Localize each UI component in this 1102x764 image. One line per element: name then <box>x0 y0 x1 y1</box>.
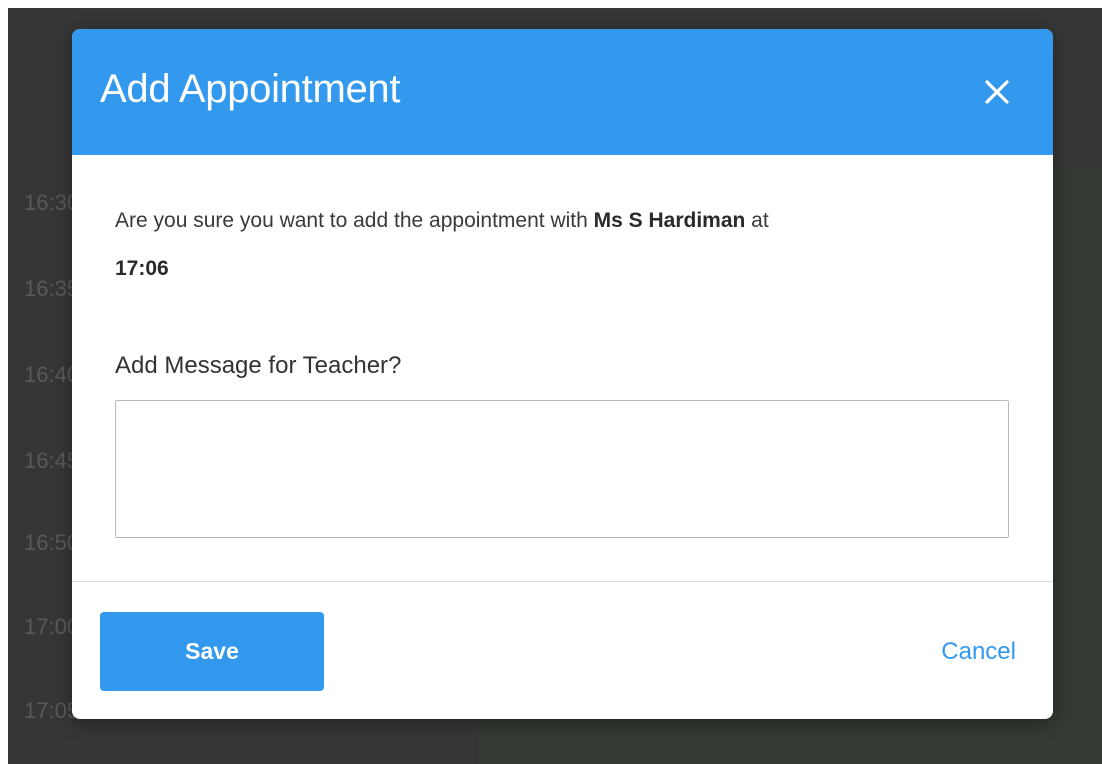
time-slot-label: 17:05 <box>24 698 80 723</box>
background-footer-panel <box>478 720 1102 764</box>
teacher-name: Ms S Hardiman <box>593 209 746 232</box>
screen: 16:30 16:35 16:40 16:45 16:50 17:00 17:0… <box>0 0 1102 764</box>
close-button[interactable] <box>977 72 1017 112</box>
confirmation-prefix: Are you sure you want to add the appoint… <box>115 209 594 232</box>
time-slot-label: 17:00 <box>24 614 80 639</box>
cancel-button[interactable]: Cancel <box>832 612 1022 691</box>
time-slot-label: 16:50 <box>24 530 80 555</box>
close-icon <box>985 80 1009 104</box>
time-slot-label: 16:30 <box>24 190 80 215</box>
teacher-message-input[interactable] <box>115 400 1009 538</box>
add-appointment-dialog: Add Appointment Are you sure you want to… <box>72 29 1053 719</box>
confirmation-message: Are you sure you want to add the appoint… <box>115 197 1015 293</box>
time-slot-label: 16:40 <box>24 362 80 387</box>
time-slot-label: 16:35 <box>24 276 80 301</box>
dialog-header: Add Appointment <box>72 29 1053 155</box>
footer-divider <box>72 581 1053 582</box>
appointment-time: 17:06 <box>115 257 169 280</box>
message-label: Add Message for Teacher? <box>115 352 402 379</box>
confirmation-middle: at <box>745 209 769 232</box>
save-button[interactable]: Save <box>100 612 324 691</box>
time-slot-label: 16:45 <box>24 448 80 473</box>
dialog-title: Add Appointment <box>100 67 401 111</box>
